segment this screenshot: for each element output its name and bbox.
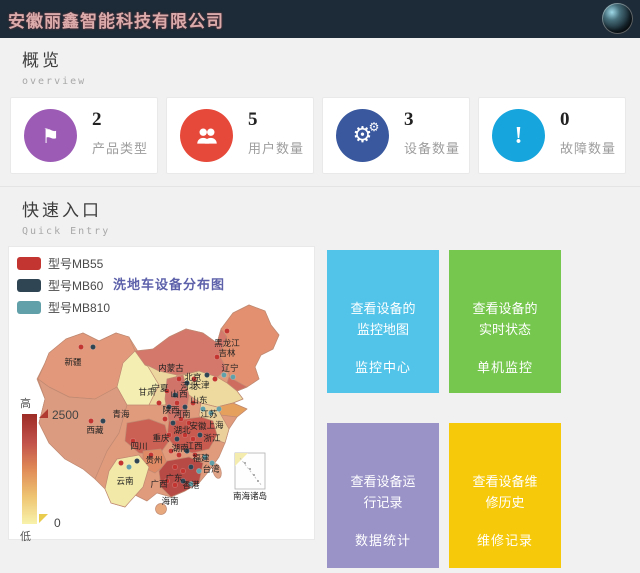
legend-item-mb55[interactable]: 型号MB55	[17, 254, 110, 273]
visual-map-bar[interactable]: 高 2500 0 低	[17, 395, 87, 535]
province-label: 西藏	[86, 425, 104, 435]
quick-entry-section-title: 快速入口	[22, 196, 102, 221]
province-label: 重庆	[152, 433, 170, 443]
visual-map-high-label: 高	[20, 395, 31, 411]
province-label: 广东	[165, 473, 182, 483]
flag-icon: ⚑	[24, 109, 77, 162]
visual-map-max-value: 2500	[52, 408, 79, 422]
overview-section-title: 概览	[22, 46, 62, 71]
province-label: 山东	[190, 395, 207, 405]
province-label: 黑龙江	[214, 338, 240, 348]
overview-section-subtitle: overview	[22, 76, 86, 87]
south-china-sea-inset	[235, 453, 265, 489]
device-point-MB55[interactable]	[172, 464, 177, 469]
device-point-MB55[interactable]	[212, 376, 217, 381]
tile-data-statistics[interactable]: 查看设备运行记录 数据统计	[327, 423, 439, 568]
visual-map-max-handle-icon[interactable]	[39, 409, 48, 418]
device-point-MB55[interactable]	[162, 416, 167, 421]
province-label: 台湾	[202, 464, 220, 474]
province-label: 内蒙古	[158, 363, 184, 373]
visual-map-low-label: 低	[20, 528, 31, 544]
province-label: 江苏	[200, 409, 218, 419]
tile-repair-records[interactable]: 查看设备维修历史 维修记录	[449, 423, 561, 568]
stat-value: 3	[404, 109, 414, 131]
stat-value: 2	[92, 109, 102, 131]
legend-label: 型号MB55	[48, 255, 103, 272]
province-label: 南海诸岛	[233, 491, 267, 501]
province-label: 贵州	[145, 455, 162, 465]
device-point-MB55[interactable]	[78, 344, 83, 349]
tile-single-machine-monitor[interactable]: 查看设备的实时状态 单机监控	[449, 250, 561, 393]
tile-label: 监控中心	[355, 357, 411, 378]
tile-label: 单机监控	[477, 357, 533, 378]
device-point-MB55[interactable]	[172, 482, 177, 487]
device-point-MB55[interactable]	[88, 418, 93, 423]
stat-label: 产品类型	[92, 138, 148, 157]
quick-entry-section-subtitle: Quick Entry	[22, 226, 110, 237]
device-point-MB60[interactable]	[174, 436, 179, 441]
users-icon	[180, 109, 233, 162]
stat-label: 设备数量	[404, 138, 460, 157]
legend-swatch-mb55	[17, 257, 41, 270]
tile-description: 查看设备维修历史	[470, 471, 540, 513]
device-point-MB810[interactable]	[126, 464, 131, 469]
province-label: 宁夏	[151, 383, 169, 393]
gears-icon: ⚙⚙	[336, 109, 389, 162]
visual-map-gradient[interactable]	[22, 414, 37, 524]
province-label: 江西	[185, 441, 202, 451]
province-label: 新疆	[64, 357, 82, 367]
province-label: 河南	[173, 409, 190, 419]
dashboard-page: 安徽丽鑫智能科技有限公司 概览 overview ⚑ 2 产品类型 5 用户数量…	[0, 0, 640, 573]
province-label: 上海	[206, 420, 224, 430]
province-label: 香港	[182, 480, 200, 490]
device-point-MB60[interactable]	[100, 418, 105, 423]
exclamation-icon: !	[492, 109, 545, 162]
device-point-MB55[interactable]	[118, 460, 123, 465]
province-label: 天津	[192, 380, 210, 390]
province-label: 辽宁	[221, 363, 238, 373]
device-point-MB60[interactable]	[197, 432, 202, 437]
device-point-MB60[interactable]	[204, 372, 209, 377]
company-title: 安徽丽鑫智能科技有限公司	[8, 7, 224, 32]
tile-label: 维修记录	[477, 530, 533, 551]
tile-label: 数据统计	[355, 530, 411, 551]
stat-card-users: 5 用户数量	[166, 97, 314, 174]
device-point-MB55[interactable]	[176, 452, 181, 457]
device-point-MB810[interactable]	[230, 374, 235, 379]
tile-description: 查看设备的实时状态	[470, 298, 540, 340]
province-label: 青海	[112, 409, 130, 419]
province-label: 四川	[130, 441, 147, 451]
visual-map-min-handle-icon[interactable]	[39, 514, 48, 523]
province-label: 云南	[116, 476, 133, 486]
province-label: 广西	[150, 479, 167, 489]
province-label: 湖北	[173, 425, 191, 435]
province-label: 浙江	[203, 433, 221, 443]
section-divider	[0, 186, 640, 187]
tile-description: 查看设备的监控地图	[348, 298, 418, 340]
province-label: 海南	[161, 496, 178, 506]
province-label: 吉林	[218, 348, 236, 358]
device-distribution-map-panel: 型号MB55 型号MB60 型号MB810 洗地车设备分布图	[8, 246, 315, 540]
tile-monitoring-center[interactable]: 查看设备的监控地图 监控中心	[327, 250, 439, 393]
visual-map-min-value: 0	[54, 516, 61, 530]
province-label: 福建	[192, 453, 210, 463]
stat-card-devices: ⚙⚙ 3 设备数量	[322, 97, 470, 174]
stat-card-faults: ! 0 故障数量	[478, 97, 626, 174]
user-avatar-icon[interactable]	[602, 3, 633, 34]
stat-card-product-types: ⚑ 2 产品类型	[10, 97, 158, 174]
province-label: 安徽	[189, 421, 207, 431]
device-point-MB60[interactable]	[134, 458, 139, 463]
stat-value: 0	[560, 109, 570, 131]
tile-description: 查看设备运行记录	[348, 471, 418, 513]
device-point-MB810[interactable]	[196, 468, 201, 473]
device-point-MB60[interactable]	[188, 464, 193, 469]
stat-label: 故障数量	[560, 138, 616, 157]
stat-value: 5	[248, 109, 258, 131]
top-header-bar: 安徽丽鑫智能科技有限公司	[0, 0, 640, 38]
device-point-MB60[interactable]	[90, 344, 95, 349]
device-point-MB55[interactable]	[224, 328, 229, 333]
device-point-MB810[interactable]	[221, 372, 226, 377]
device-point-MB55[interactable]	[156, 400, 161, 405]
stat-label: 用户数量	[248, 138, 304, 157]
